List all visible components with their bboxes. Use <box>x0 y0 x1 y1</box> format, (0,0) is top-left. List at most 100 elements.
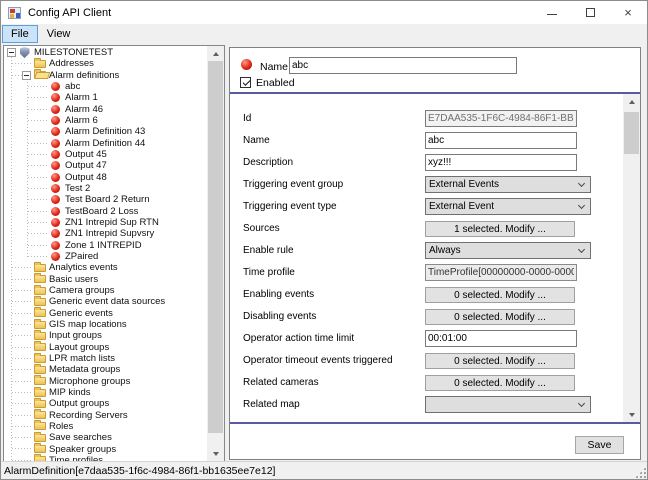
field-description[interactable] <box>425 154 577 171</box>
enabled-checkbox[interactable] <box>240 77 251 88</box>
folder-icon <box>33 444 46 455</box>
folder-icon <box>33 58 46 69</box>
form-row-id: Id <box>230 110 623 127</box>
field-id[interactable] <box>425 110 577 127</box>
menu-item-file[interactable]: File <box>2 25 38 43</box>
tree-item-abc[interactable]: abc <box>4 81 207 92</box>
scroll-up-icon <box>213 52 219 56</box>
folder-icon <box>33 398 46 409</box>
field-name[interactable] <box>425 132 577 149</box>
tree-item-mip-kinds[interactable]: MIP kinds <box>4 387 207 398</box>
tree-item-testboard-2-loss[interactable]: TestBoard 2 Loss <box>4 206 207 217</box>
folder-icon <box>33 376 46 387</box>
tree-item-output-48[interactable]: Output 48 <box>4 172 207 183</box>
field-related-cameras[interactable]: 0 selected. Modify ... <box>425 375 575 391</box>
expander-minus-icon[interactable] <box>7 48 16 57</box>
tree-item-layout-groups[interactable]: Layout groups <box>4 342 207 353</box>
tree-item-lpr-match-lists[interactable]: LPR match lists <box>4 353 207 364</box>
field-label-name: Name <box>243 135 270 146</box>
tree-item-zn1-intrepid-supvsry[interactable]: ZN1 Intrepid Supvsry <box>4 228 207 239</box>
tree-item-test-board-2-return[interactable]: Test Board 2 Return <box>4 194 207 205</box>
name-input[interactable] <box>289 57 517 74</box>
tree-item-zpaired[interactable]: ZPaired <box>4 251 207 262</box>
folder-icon <box>33 410 46 421</box>
tree-item-alarm-1[interactable]: Alarm 1 <box>4 92 207 103</box>
scroll-down-button[interactable] <box>207 446 224 461</box>
alarm-icon <box>49 251 62 262</box>
alarm-icon <box>49 240 62 251</box>
maximize-button[interactable] <box>571 1 609 24</box>
tree-item-label: ZN1 Intrepid Supvsry <box>65 228 154 239</box>
tree-item-analytics-events[interactable]: Analytics events <box>4 262 207 273</box>
field-triggering-event-group[interactable]: External Events <box>425 176 591 193</box>
resize-grip-icon[interactable] <box>635 467 646 478</box>
expander-minus-icon[interactable] <box>22 71 31 80</box>
scrollbar-thumb[interactable] <box>208 61 223 433</box>
tree-item-label: MIP kinds <box>49 387 91 398</box>
tree-spacer <box>22 275 31 284</box>
tree-item-generic-events[interactable]: Generic events <box>4 308 207 319</box>
tree-scrollbar[interactable] <box>207 46 224 461</box>
tree-item-alarm-46[interactable]: Alarm 46 <box>4 104 207 115</box>
tree-item-camera-groups[interactable]: Camera groups <box>4 285 207 296</box>
tree-item-alarm-definition-44[interactable]: Alarm Definition 44 <box>4 138 207 149</box>
field-enable-rule[interactable]: Always <box>425 242 591 259</box>
tree-spacer <box>38 252 47 261</box>
form-row-related-map: Related map <box>230 396 623 413</box>
tree-item-label: GIS map locations <box>49 319 127 330</box>
field-triggering-event-type[interactable]: External Event <box>425 198 591 215</box>
tree-item-microphone-groups[interactable]: Microphone groups <box>4 376 207 387</box>
tree-spacer <box>22 309 31 318</box>
tree-item-alarm-6[interactable]: Alarm 6 <box>4 115 207 126</box>
tree-item-zn1-intrepid-sup-rtn[interactable]: ZN1 Intrepid Sup RTN <box>4 217 207 228</box>
tree-item-alarm-definitions[interactable]: Alarm definitions <box>4 70 207 81</box>
tree-item-save-searches[interactable]: Save searches <box>4 432 207 443</box>
tree-item-generic-event-data-sources[interactable]: Generic event data sources <box>4 296 207 307</box>
chevron-down-icon <box>578 202 585 209</box>
tree-item-label: Alarm 46 <box>65 104 103 115</box>
scroll-up-button[interactable] <box>623 94 640 109</box>
tree-item-basic-users[interactable]: Basic users <box>4 274 207 285</box>
folder-icon <box>33 274 46 285</box>
form-scrollbar[interactable] <box>623 94 640 422</box>
tree-item-label: Alarm definitions <box>49 70 119 81</box>
close-button[interactable]: × <box>609 1 647 24</box>
field-related-map[interactable] <box>425 396 591 413</box>
tree-item-metadata-groups[interactable]: Metadata groups <box>4 364 207 375</box>
tree-item-label: Addresses <box>49 58 94 69</box>
menu-item-view[interactable]: View <box>38 25 80 43</box>
tree-item-zone-1-intrepid[interactable]: Zone 1 INTREPID <box>4 240 207 251</box>
field-operator-timeout-events-triggered[interactable]: 0 selected. Modify ... <box>425 353 575 369</box>
alarm-icon <box>49 104 62 115</box>
field-enabling-events[interactable]: 0 selected. Modify ... <box>425 287 575 303</box>
tree-item-recording-servers[interactable]: Recording Servers <box>4 410 207 421</box>
tree-item-addresses[interactable]: Addresses <box>4 58 207 69</box>
tree-item-test-2[interactable]: Test 2 <box>4 183 207 194</box>
tree-item-roles[interactable]: Roles <box>4 421 207 432</box>
alarm-icon <box>49 206 62 217</box>
minimize-button[interactable] <box>533 1 571 24</box>
app-window: Config API Client × FileView MILESTONETE… <box>0 0 648 480</box>
tree-item-milestonetest[interactable]: MILESTONETEST <box>4 47 207 58</box>
tree-item-gis-map-locations[interactable]: GIS map locations <box>4 319 207 330</box>
tree-item-alarm-definition-43[interactable]: Alarm Definition 43 <box>4 126 207 137</box>
save-button[interactable]: Save <box>575 436 624 454</box>
tree-item-output-groups[interactable]: Output groups <box>4 398 207 409</box>
tree-item-speaker-groups[interactable]: Speaker groups <box>4 443 207 454</box>
tree-item-label: Test 2 <box>65 183 90 194</box>
field-disabling-events[interactable]: 0 selected. Modify ... <box>425 309 575 325</box>
tree-item-output-47[interactable]: Output 47 <box>4 160 207 171</box>
scroll-down-button[interactable] <box>623 407 640 422</box>
tree-item-input-groups[interactable]: Input groups <box>4 330 207 341</box>
field-operator-action-time-limit[interactable] <box>425 330 577 347</box>
scrollbar-thumb[interactable] <box>624 112 639 154</box>
tree-item-output-45[interactable]: Output 45 <box>4 149 207 160</box>
alarm-icon <box>49 228 62 239</box>
field-time-profile[interactable] <box>425 264 577 281</box>
field-sources[interactable]: 1 selected. Modify ... <box>425 221 575 237</box>
scroll-up-button[interactable] <box>207 46 224 61</box>
tree-spacer <box>38 207 47 216</box>
tree-item-label: Analytics events <box>49 262 118 273</box>
tree-item-label: Alarm 1 <box>65 92 98 103</box>
tree-item-label: Metadata groups <box>49 364 120 375</box>
